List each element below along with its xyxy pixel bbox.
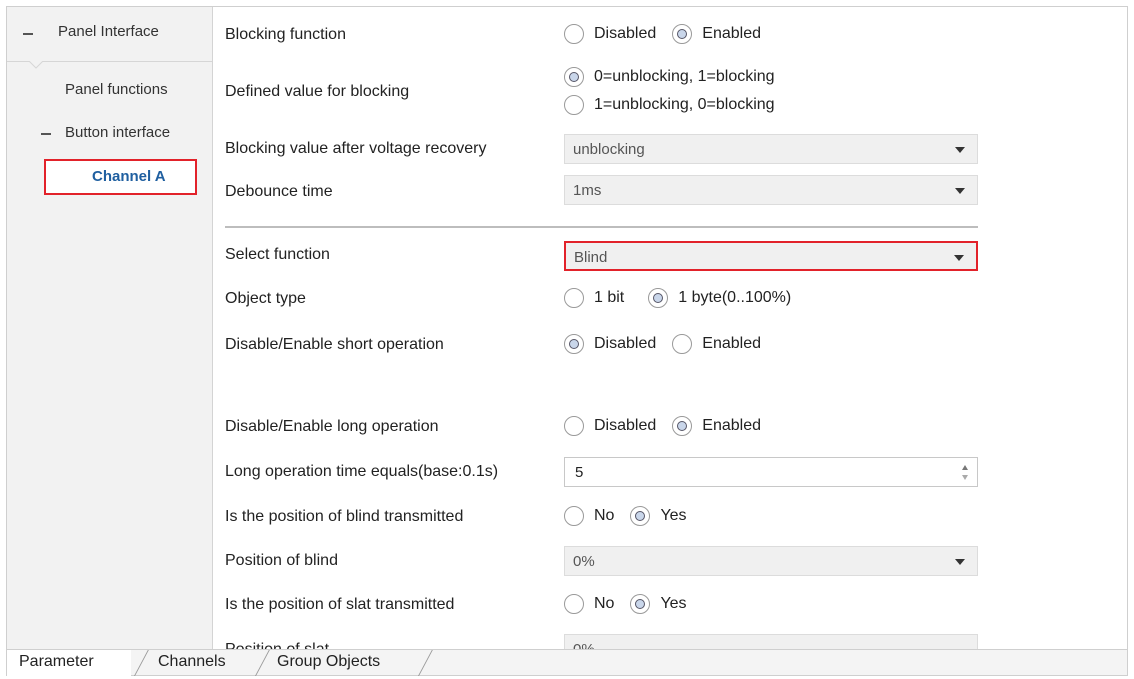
long-operation-radio-group: Disabled Enabled bbox=[564, 416, 777, 436]
slat-transmitted-yes-radio[interactable]: Yes bbox=[630, 594, 687, 614]
defined-value-option-2[interactable]: 1=unblocking, 0=blocking bbox=[564, 95, 791, 115]
tab-parameter[interactable]: Parameter bbox=[7, 650, 131, 676]
defined-value-option-1[interactable]: 0=unblocking, 1=blocking bbox=[564, 67, 791, 87]
position-of-blind-select[interactable]: 0% bbox=[564, 546, 978, 576]
bottom-tab-bar: Parameter Channels Group Objects bbox=[6, 650, 1128, 676]
slat-transmitted-no-radio[interactable]: No bbox=[564, 594, 614, 614]
tab-separator bbox=[418, 650, 433, 676]
blocking-function-radio-group: Disabled Enabled bbox=[564, 24, 777, 44]
tab-channels[interactable]: Channels bbox=[154, 650, 226, 676]
chevron-down-icon bbox=[955, 559, 965, 565]
long-enabled-radio[interactable]: Enabled bbox=[672, 416, 761, 436]
blind-transmitted-no-radio[interactable]: No bbox=[564, 506, 614, 526]
short-disabled-radio[interactable]: Disabled bbox=[564, 334, 656, 354]
sidebar-tree: Panel Interface Panel functions Button i… bbox=[7, 7, 213, 649]
short-enabled-radio[interactable]: Enabled bbox=[672, 334, 761, 354]
tab-group-objects[interactable]: Group Objects bbox=[277, 650, 380, 676]
select-function-select[interactable]: Blind bbox=[564, 241, 978, 271]
collapse-icon[interactable] bbox=[41, 133, 51, 135]
tree-item-panel-functions[interactable]: Panel functions bbox=[65, 81, 168, 98]
defined-value-label: Defined value for blocking bbox=[225, 83, 410, 100]
object-type-1byte-radio[interactable]: 1 byte(0..100%) bbox=[648, 288, 791, 308]
blind-transmitted-label: Is the position of blind transmitted bbox=[225, 508, 464, 525]
position-of-slat-select[interactable]: 0% bbox=[564, 634, 978, 649]
parameter-window: Panel Interface Panel functions Button i… bbox=[6, 6, 1128, 650]
debounce-time-select[interactable]: 1ms bbox=[564, 175, 978, 205]
blocking-recovery-label: Blocking value after voltage recovery bbox=[225, 140, 487, 157]
position-of-blind-label: Position of blind bbox=[225, 552, 338, 569]
debounce-time-label: Debounce time bbox=[225, 183, 333, 200]
position-of-slat-label: Position of slat bbox=[225, 641, 330, 650]
tree-item-channel-a[interactable]: Channel A bbox=[44, 159, 197, 195]
parameter-panel: Blocking function Disabled Enabled Defin… bbox=[214, 7, 1127, 649]
long-operation-label: Disable/Enable long operation bbox=[225, 418, 439, 435]
tree-item-button-interface[interactable]: Button interface bbox=[65, 124, 170, 141]
chevron-down-icon bbox=[955, 188, 965, 194]
slat-transmitted-radio-group: No Yes bbox=[564, 594, 703, 614]
blocking-function-label: Blocking function bbox=[225, 26, 346, 43]
blocking-enabled-radio[interactable]: Enabled bbox=[672, 24, 761, 44]
slat-transmitted-label: Is the position of slat transmitted bbox=[225, 596, 455, 613]
tree-notch-icon bbox=[29, 61, 43, 69]
blind-transmitted-yes-radio[interactable]: Yes bbox=[630, 506, 687, 526]
tree-item-channel-a-label: Channel A bbox=[92, 168, 166, 185]
object-type-label: Object type bbox=[225, 290, 306, 307]
short-operation-radio-group: Disabled Enabled bbox=[564, 334, 777, 354]
select-function-label: Select function bbox=[225, 246, 330, 263]
collapse-icon[interactable] bbox=[23, 33, 33, 35]
chevron-down-icon bbox=[955, 147, 965, 153]
stepper-down-icon[interactable] bbox=[962, 475, 968, 480]
object-type-radio-group: 1 bit 1 byte(0..100%) bbox=[564, 288, 807, 308]
chevron-down-icon bbox=[954, 255, 964, 261]
tree-item-panel-interface[interactable]: Panel Interface bbox=[58, 23, 159, 40]
blind-transmitted-radio-group: No Yes bbox=[564, 506, 703, 526]
tree-root-row[interactable]: Panel Interface bbox=[7, 7, 212, 62]
long-operation-time-stepper[interactable]: 5 bbox=[564, 457, 978, 487]
short-operation-label: Disable/Enable short operation bbox=[225, 336, 444, 353]
tab-separator bbox=[134, 650, 149, 676]
blocking-disabled-radio[interactable]: Disabled bbox=[564, 24, 656, 44]
blocking-recovery-select[interactable]: unblocking bbox=[564, 134, 978, 164]
long-operation-time-label: Long operation time equals(base:0.1s) bbox=[225, 463, 499, 480]
long-disabled-radio[interactable]: Disabled bbox=[564, 416, 656, 436]
object-type-1bit-radio[interactable]: 1 bit bbox=[564, 288, 624, 308]
section-divider bbox=[225, 226, 978, 228]
tab-separator bbox=[255, 650, 270, 676]
stepper-up-icon[interactable] bbox=[962, 465, 968, 470]
